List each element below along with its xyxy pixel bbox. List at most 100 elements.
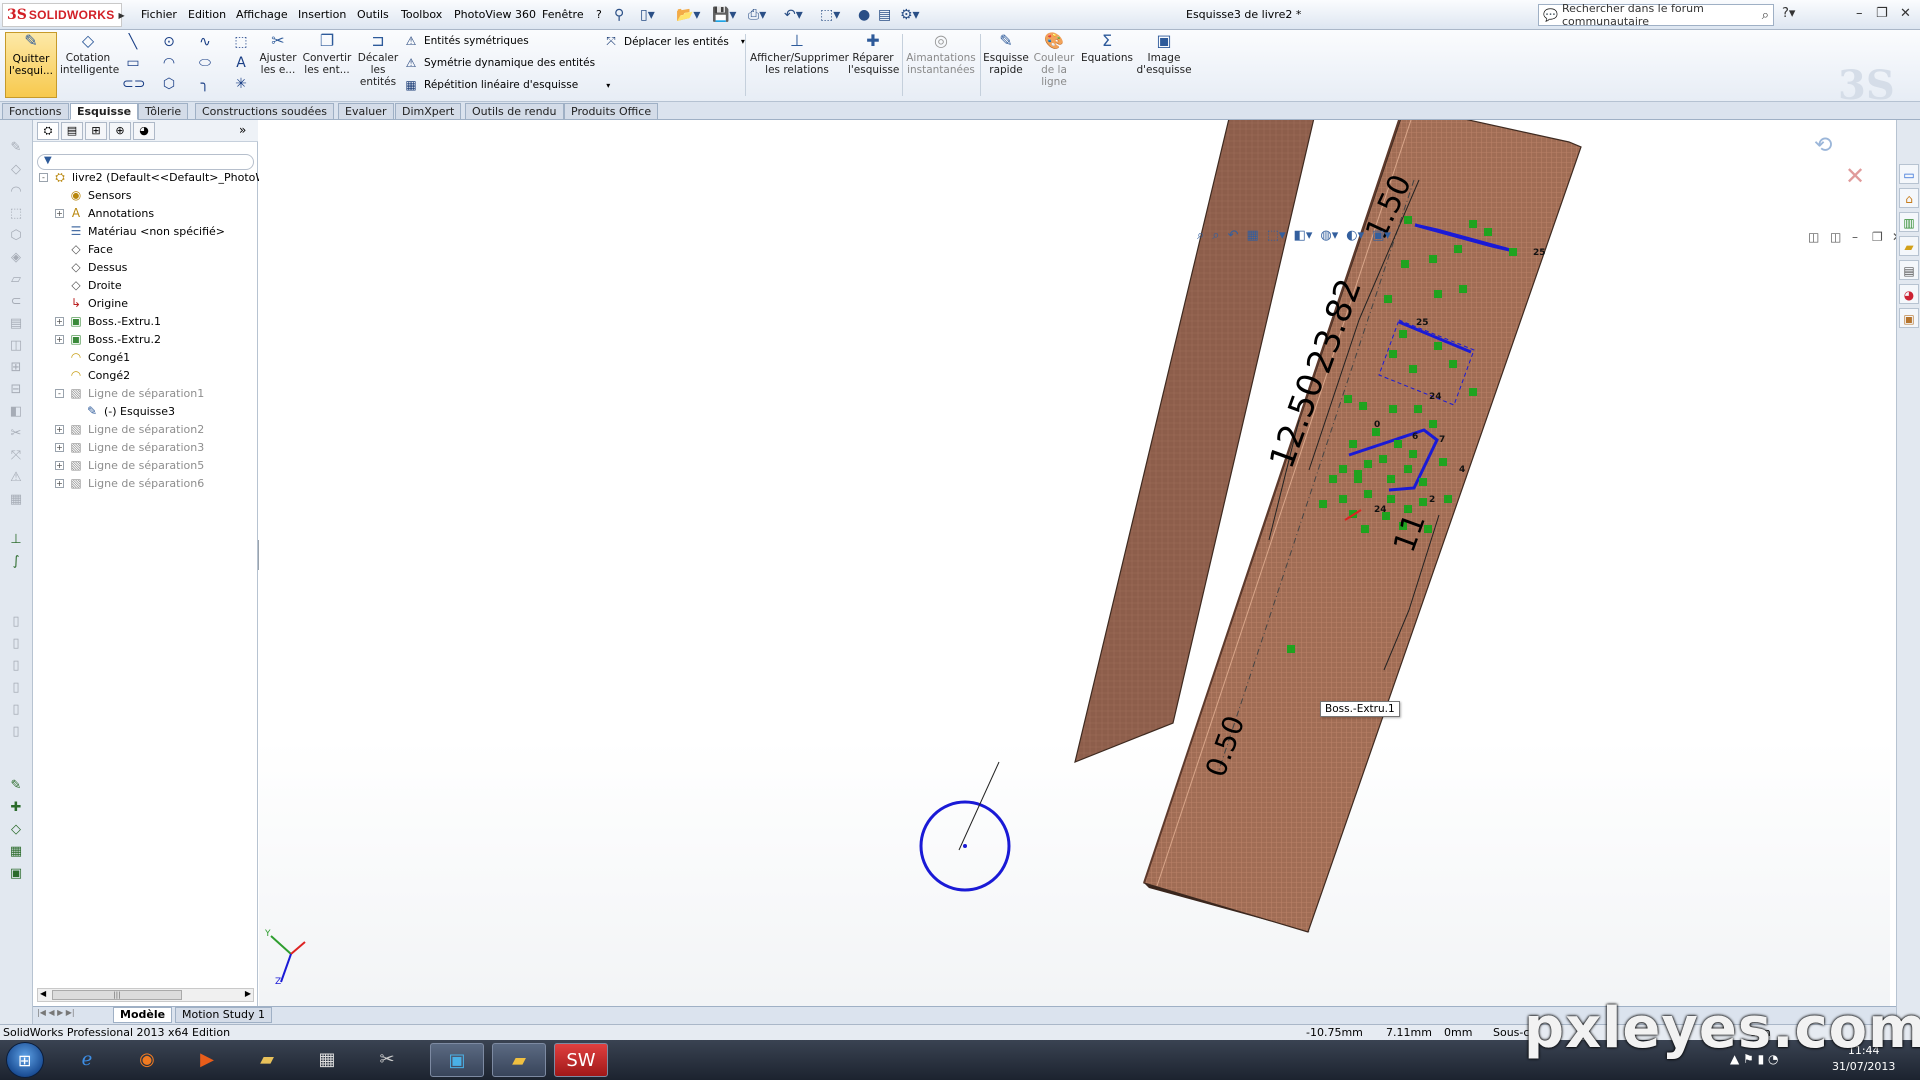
folder-app-icon[interactable]: ▰ bbox=[492, 1043, 546, 1077]
dynamic-mirror-button[interactable]: ⚠ Symétrie dynamique des entités bbox=[404, 56, 595, 70]
print-icon[interactable]: ⎙▾ bbox=[748, 5, 766, 25]
folder-icon[interactable]: ▰ bbox=[1899, 236, 1919, 256]
tool-icon[interactable]: ▯ bbox=[6, 680, 26, 695]
point-icon[interactable]: ✳ bbox=[230, 76, 252, 92]
collapse-icon[interactable]: - bbox=[39, 172, 48, 182]
equations-button[interactable]: Σ Equations bbox=[1080, 32, 1134, 65]
ellipse-icon[interactable]: ⬭ bbox=[194, 55, 216, 71]
tree-node[interactable]: ↳ Origine bbox=[33, 294, 128, 312]
menu-help[interactable]: ? bbox=[596, 8, 602, 21]
tool-icon[interactable]: ◫ bbox=[6, 338, 26, 353]
menu-insertion[interactable]: Insertion bbox=[298, 8, 346, 21]
zoom-to-area-icon[interactable]: ⌕ bbox=[1212, 228, 1219, 246]
collapse-icon[interactable]: - bbox=[55, 388, 64, 398]
previous-view-icon[interactable]: ↶ bbox=[1228, 228, 1239, 246]
display-style-icon[interactable]: ◧▾ bbox=[1294, 228, 1313, 246]
tree-horizontal-scrollbar[interactable]: ◀ ||| ▶ bbox=[37, 988, 254, 1002]
tool-icon[interactable]: ✂ bbox=[6, 426, 26, 441]
tool-icon[interactable]: ◈ bbox=[6, 250, 26, 265]
tool-icon[interactable]: ◇ bbox=[6, 162, 26, 177]
line-icon[interactable]: ╲ bbox=[122, 34, 144, 50]
tab-evaluer[interactable]: Evaluer bbox=[338, 103, 394, 120]
tool-icon[interactable]: ⊞ bbox=[6, 360, 26, 375]
cancel-sketch-icon[interactable]: ✕ bbox=[1845, 162, 1865, 190]
tool-icon[interactable]: ▯ bbox=[6, 636, 26, 651]
tool-icon[interactable]: ⊟ bbox=[6, 382, 26, 397]
apply-scene-icon[interactable]: ▣▾ bbox=[1372, 228, 1391, 246]
point-grid-icon[interactable]: ⬚ bbox=[230, 34, 252, 50]
expand-icon[interactable]: + bbox=[55, 442, 64, 452]
viewport-tile-icon[interactable]: ◫ bbox=[1808, 230, 1819, 244]
feature-tool-icon[interactable]: ▣ bbox=[6, 866, 26, 881]
menu-edition[interactable]: Edition bbox=[188, 8, 226, 21]
network-app-icon[interactable]: ▣ bbox=[430, 1043, 484, 1077]
internet-explorer-icon[interactable]: ℯ bbox=[60, 1043, 114, 1077]
propertymanager-tab-icon[interactable]: ▤ bbox=[61, 122, 83, 140]
polygon-icon[interactable]: ⬡ bbox=[158, 76, 180, 92]
community-search-input[interactable]: 💬 Rechercher dans le forum communautaire… bbox=[1538, 2, 1774, 28]
expand-icon[interactable]: + bbox=[55, 460, 64, 470]
tree-node[interactable]: ✎ (-) Esquisse3 bbox=[33, 402, 175, 420]
zoom-to-fit-icon[interactable]: ⌕ bbox=[1197, 228, 1204, 246]
solidworks-logo[interactable]: 3S SOLIDWORKS ▶ bbox=[2, 3, 125, 27]
select-icon[interactable]: ⬚▾ bbox=[820, 5, 840, 25]
fillet-sketch-icon[interactable]: ╮ bbox=[194, 76, 216, 92]
sketch-picture-button[interactable]: ▣ Image d'esquisse bbox=[1136, 32, 1192, 77]
tool-icon[interactable]: ⤧ bbox=[6, 448, 26, 463]
pattern-tool-icon[interactable]: ▦ bbox=[6, 844, 26, 859]
media-player-icon[interactable]: ▶ bbox=[180, 1043, 234, 1077]
design-library-icon[interactable]: ⌂ bbox=[1899, 188, 1919, 208]
repair-sketch-button[interactable]: ✚ Réparer l'esquisse bbox=[848, 32, 899, 77]
tab-outils-rendu[interactable]: Outils de rendu bbox=[465, 103, 564, 120]
scroll-right-icon[interactable]: ▶ bbox=[245, 989, 251, 998]
expand-panel-icon[interactable]: » bbox=[239, 123, 246, 137]
pin-icon[interactable]: ⚲ bbox=[614, 5, 624, 25]
dim-tool-icon[interactable]: ◇ bbox=[6, 822, 26, 837]
tree-node[interactable]: ◇ Droite bbox=[33, 276, 121, 294]
circle-center-point[interactable] bbox=[963, 844, 967, 848]
spline-icon[interactable]: ∿ bbox=[194, 34, 216, 50]
tool-icon[interactable]: ◠ bbox=[6, 184, 26, 199]
model-viewport[interactable] bbox=[259, 120, 1890, 1006]
resources-icon[interactable]: ▭ bbox=[1899, 164, 1919, 184]
display-manager-tab-icon[interactable]: ◕ bbox=[133, 122, 155, 140]
smart-dimension-button[interactable]: ◇ Cotation intelligente bbox=[60, 32, 119, 77]
tab-esquisse[interactable]: Esquisse bbox=[70, 103, 139, 120]
tree-node[interactable]: + ▧ Ligne de séparation5 bbox=[33, 456, 204, 474]
viewport-restore-icon[interactable]: ❐ bbox=[1872, 230, 1883, 244]
text-icon[interactable]: A bbox=[230, 55, 252, 71]
file-properties-icon[interactable]: ▤ bbox=[878, 5, 891, 25]
quit-sketch-button[interactable]: ✎ Quitter l'esqui... bbox=[5, 32, 57, 98]
tree-node[interactable]: - ▧ Ligne de séparation1 bbox=[33, 384, 204, 402]
custom-properties-icon[interactable]: ▣ bbox=[1899, 308, 1919, 328]
snipping-tool-icon[interactable]: ✂ bbox=[360, 1043, 414, 1077]
expand-icon[interactable]: + bbox=[55, 478, 64, 488]
expand-icon[interactable]: + bbox=[55, 208, 64, 218]
rapid-sketch-button[interactable]: ✎ Esquisse rapide bbox=[982, 32, 1030, 77]
file-explorer-icon[interactable]: ▥ bbox=[1899, 212, 1919, 232]
menu-outils[interactable]: Outils bbox=[357, 8, 389, 21]
search-icon[interactable]: ⌕ bbox=[1762, 8, 1769, 23]
circle-icon[interactable]: ⊙ bbox=[158, 34, 180, 50]
move-entities-button[interactable]: ⤧ Déplacer les entités ▾ bbox=[604, 34, 745, 49]
tool-icon[interactable]: ▦ bbox=[6, 492, 26, 507]
tool-icon[interactable]: ◧ bbox=[6, 404, 26, 419]
repair-tool-icon[interactable]: ∫ bbox=[6, 554, 26, 569]
tool-icon[interactable]: ✎ bbox=[6, 140, 26, 155]
tab-motion-study[interactable]: Motion Study 1 bbox=[175, 1007, 273, 1023]
tool-icon[interactable]: ▯ bbox=[6, 724, 26, 739]
menu-affichage[interactable]: Affichage bbox=[236, 8, 288, 21]
menu-fenetre[interactable]: Fenêtre bbox=[542, 8, 584, 21]
section-view-icon[interactable]: ▦ bbox=[1246, 228, 1258, 246]
convert-entities-button[interactable]: ❐ Convertir les ent... bbox=[302, 32, 352, 77]
calculator-icon[interactable]: ▦ bbox=[300, 1043, 354, 1077]
rebuild-icon[interactable]: ● bbox=[858, 5, 870, 25]
tool-icon[interactable]: ⬡ bbox=[6, 228, 26, 243]
tree-node[interactable]: + ▧ Ligne de séparation2 bbox=[33, 420, 204, 438]
scroll-left-icon[interactable]: ◀ bbox=[40, 989, 46, 998]
hide-show-icon[interactable]: ◍▾ bbox=[1320, 228, 1338, 246]
explorer-folder-icon[interactable]: ▰ bbox=[240, 1043, 294, 1077]
line-color-button[interactable]: 🎨 Couleur de la ligne bbox=[1032, 32, 1076, 89]
rectangle-icon[interactable]: ▭ bbox=[122, 55, 144, 71]
tab-modele[interactable]: Modèle bbox=[113, 1007, 173, 1023]
